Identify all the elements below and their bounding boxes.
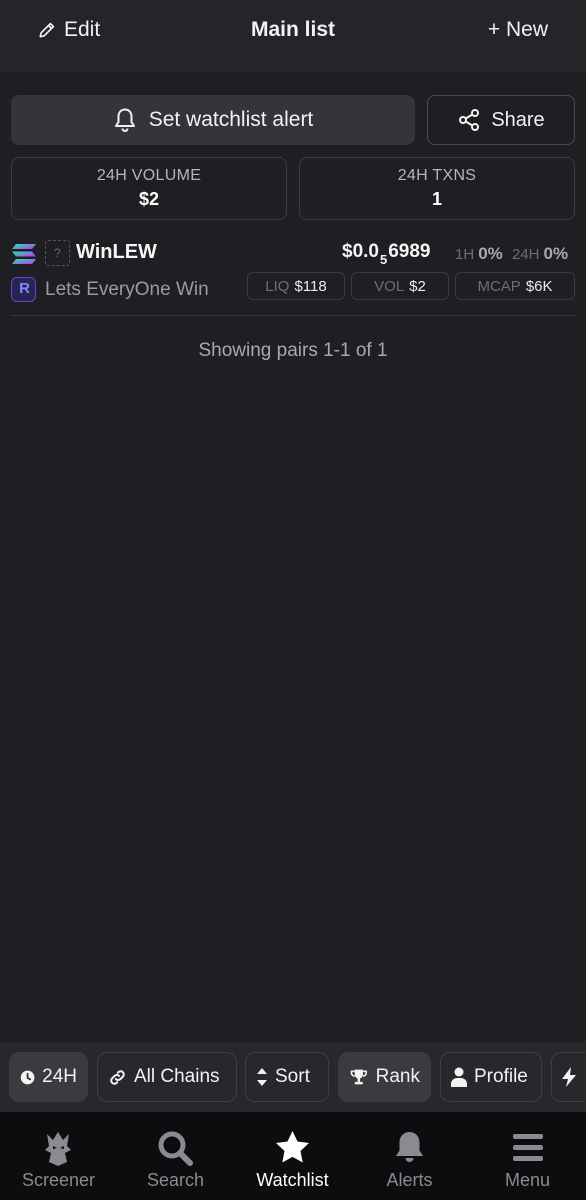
liquidity-chip: LIQ $118 [247,272,345,300]
change-24h-label: 24H [512,246,540,263]
rank-label: Rank [375,1066,420,1087]
volume-stat: 24H VOLUME $2 [11,157,287,220]
sort-button[interactable]: Sort [245,1052,329,1102]
volume-stat-label: 24H VOLUME [96,167,202,184]
clock-icon [20,1070,35,1084]
volume-chip: VOL $2 [351,272,449,300]
menu-icon [513,1134,543,1161]
pair-row[interactable]: ? WinLEW $0.056989 1H 0% 24H 0% R Lets Eve… [11,236,575,316]
nav-watchlist-label: Watchlist [256,1170,329,1190]
user-icon [451,1067,467,1087]
sort-icon [257,1068,267,1086]
star-icon [276,1131,309,1163]
change-24h-value: 0% [543,244,569,263]
boosted-filter-button[interactable] [551,1052,586,1102]
trophy-icon [350,1069,368,1085]
pair-symbol: WinLEW [76,241,157,263]
sort-label: Sort [275,1066,310,1087]
change-1h: 1H 0% [455,244,503,264]
nav-menu[interactable]: Menu [469,1112,586,1200]
edit-label: Edit [64,18,101,41]
bottom-navigation: Screener Search Watchlist Alerts Menu [0,1112,586,1200]
dex-letter: R [19,280,30,297]
txns-stat: 24H TXNS 1 [299,157,575,220]
bell-icon [396,1132,423,1162]
chains-label: All Chains [134,1066,220,1087]
edit-button[interactable]: Edit [38,18,100,42]
top-bar: Edit Main list + New [0,0,586,72]
profile-filter-button[interactable]: Profile [440,1052,542,1102]
market-cap-value: $6K [525,277,553,295]
timeframe-filter-button[interactable]: 24H [9,1052,88,1102]
link-icon [110,1069,125,1085]
nav-search[interactable]: Search [117,1112,234,1200]
profile-label: Profile [474,1066,528,1087]
pair-name: Lets EveryOne Win [45,279,209,300]
chains-filter-button[interactable]: All Chains [97,1052,237,1102]
eagle-icon [45,1132,71,1166]
pairs-count-text: Showing pairs 1-1 of 1 [198,340,388,361]
price-zero-count: 5 [379,252,388,267]
change-1h-label: 1H [455,246,475,263]
price-prefix: $0.0 [342,241,379,262]
liquidity-label: LIQ [265,277,290,295]
timeframe-label: 24H [42,1066,77,1087]
volume-value: $2 [409,277,426,295]
txns-stat-label: 24H TXNS [397,167,477,184]
set-watchlist-alert-button[interactable]: Set watchlist alert [11,95,415,145]
new-list-button[interactable]: + New [488,18,548,42]
nav-alerts[interactable]: Alerts [351,1112,468,1200]
liquidity-value: $118 [294,277,327,295]
change-24h: 24H 0% [512,244,568,264]
price-digits: 6989 [388,241,431,262]
pencil-icon [39,22,55,38]
nav-menu-label: Menu [504,1170,551,1190]
search-icon [158,1131,193,1166]
change-1h-value: 0% [478,244,503,263]
nav-alerts-label: Alerts [386,1170,433,1190]
pair-price: $0.056989 [342,241,431,267]
volume-stat-value: $2 [138,189,160,209]
share-icon [459,109,480,131]
nav-screener-label: Screener [21,1170,96,1190]
rank-button[interactable]: Rank [338,1052,431,1102]
raydium-icon: R [11,277,36,302]
filter-bar: 24H All Chains Sort Rank Profile [0,1042,586,1112]
solana-icon [12,244,36,264]
share-button[interactable]: Share [427,95,575,145]
nav-search-label: Search [146,1170,205,1190]
nav-screener[interactable]: Screener [0,1112,117,1200]
token-placeholder-icon: ? [45,240,70,266]
share-label: Share [491,108,545,131]
nav-watchlist[interactable]: Watchlist [234,1112,351,1200]
bell-icon [114,108,135,132]
market-cap-label: MCAP [477,277,521,295]
volume-label: VOL [374,277,405,295]
txns-stat-value: 1 [431,189,442,209]
alert-label: Set watchlist alert [148,108,314,131]
market-cap-chip: MCAP $6K [455,272,575,300]
lightning-icon [562,1067,576,1087]
new-label: + New [487,18,548,41]
